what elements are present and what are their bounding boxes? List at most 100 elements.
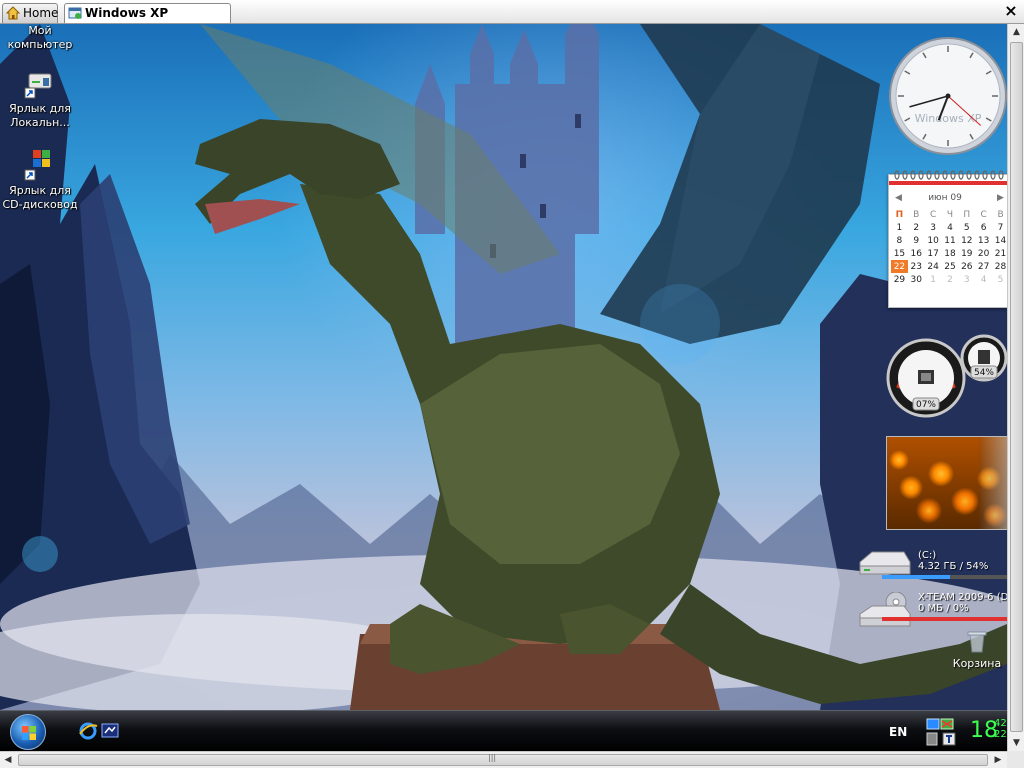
scroll-right-arrow[interactable]: ▶ [990, 752, 1006, 768]
calendar-day-cell[interactable]: 6 [975, 221, 992, 234]
calendar-day-cell[interactable]: 10 [925, 234, 942, 247]
calendar-month-label: июн 09 [928, 193, 962, 203]
calendar-day-cell[interactable]: 26 [958, 260, 975, 273]
horizontal-scrollbar[interactable]: ◀ ||| ▶ [0, 751, 1007, 768]
vertical-scrollbar[interactable]: ▲ ▼ [1007, 24, 1024, 751]
calendar-day-cell[interactable]: 4 [942, 221, 959, 234]
drive-d-usage-bar [882, 617, 1007, 621]
language-indicator[interactable]: EN [889, 725, 907, 739]
calendar-day-cell[interactable]: 14 [992, 234, 1007, 247]
calendar-day-cell[interactable]: 16 [908, 247, 925, 260]
calendar-weekday-row: ПВСЧПСВ [891, 208, 1007, 221]
calendar-week-row: 1234567 [891, 221, 1007, 234]
calendar-weekday-header: В [997, 209, 1004, 220]
ram-module-icon [978, 350, 990, 364]
desktop-icon-recycle-bin[interactable]: Корзина [948, 630, 1006, 670]
cpu-meter-gadget[interactable]: 07% 54% [886, 326, 1007, 418]
calendar-day-cell[interactable]: 13 [975, 234, 992, 247]
calendar-day-cell[interactable]: 4 [975, 273, 992, 286]
calendar-day-cell[interactable]: 5 [958, 221, 975, 234]
calendar-day-cell[interactable]: 2 [942, 273, 959, 286]
scrollbar-corner [1007, 751, 1024, 768]
recycle-bin-label: Корзина [952, 657, 1002, 670]
taskbar-clock-seconds: 22 [994, 729, 1007, 740]
system-tray-icons[interactable] [925, 715, 965, 749]
calendar-day-cell[interactable]: 28 [992, 260, 1007, 273]
calendar-day-cell[interactable]: 25 [942, 260, 959, 273]
calendar-day-cell[interactable]: 23 [908, 260, 925, 273]
calendar-day-cell[interactable]: 27 [975, 260, 992, 273]
calendar-day-cell[interactable]: 30 [908, 273, 925, 286]
drive-meter-c[interactable]: (C:) 4.32 ГБ / 54% [856, 550, 1007, 586]
ram-percent-label: 54% [973, 368, 994, 378]
tab-windows-xp[interactable]: Windows XP Professional [64, 3, 231, 38]
windows-logo-icon [22, 726, 36, 740]
calendar-day-cell[interactable]: 20 [975, 247, 992, 260]
tab-home[interactable]: Home [2, 3, 58, 23]
slideshow-gadget[interactable] [886, 436, 1007, 530]
calendar-day-cell[interactable]: 7 [992, 221, 1007, 234]
desktop-icon-local-disk-shortcut[interactable]: Ярлык для Локальн... [0, 66, 80, 130]
calendar-day-cell[interactable]: 15 [891, 247, 908, 260]
calendar-day-cell[interactable]: 24 [925, 260, 942, 273]
tab-home-label: Home [23, 6, 59, 20]
scroll-up-arrow[interactable]: ▲ [1008, 24, 1024, 40]
drive-c-name: (C:) [918, 550, 937, 561]
cd-drive-shortcut-icon [24, 150, 50, 181]
desktop-wallpaper: Мой компьютер Ярлык для Локальн... Ярлык… [0, 24, 1007, 710]
close-tab-button[interactable]: × [1004, 2, 1018, 20]
calendar-day-cell[interactable]: 21 [992, 247, 1007, 260]
vertical-scroll-thumb[interactable] [1010, 42, 1023, 732]
recycle-bin-icon [967, 631, 987, 653]
calendar-week-row: 22 23 24 25 26 27 28 [891, 260, 1007, 273]
calendar-week-row: 29 30 1 2 3 4 5 [891, 273, 1007, 286]
calendar-grid: ПВСЧПСВ 1 2 3 4 5 6 7 8 9 10 11 12 13 14 15 16 17 18 19 20 2… [891, 208, 1007, 286]
clock-brand-text: Windows XP [915, 112, 982, 125]
calendar-weekday-header: П [963, 209, 971, 220]
calendar-day-cell[interactable]: 3 [958, 273, 975, 286]
horizontal-scroll-thumb[interactable] [18, 754, 988, 766]
calendar-top-stripe [889, 181, 1007, 185]
xp-window-icon [68, 7, 82, 19]
scroll-down-arrow[interactable]: ▼ [1008, 735, 1024, 751]
slideshow-side-panel [979, 437, 1007, 529]
calendar-next-arrow[interactable]: ▶ [997, 193, 1004, 203]
taskbar-clock[interactable]: 18 42 22 [970, 718, 1007, 743]
calendar-week-row: 8 9 10 11 12 13 14 [891, 234, 1007, 247]
calendar-day-cell[interactable]: 12 [958, 234, 975, 247]
clock-gadget[interactable]: Windows XP [888, 34, 1007, 158]
show-desktop-icon[interactable] [100, 721, 120, 741]
calendar-day-cell[interactable]: 1 [891, 221, 908, 234]
cd-drive-icon [859, 591, 911, 627]
calendar-spiral-rings [894, 170, 1004, 180]
calendar-gadget[interactable]: ◀ июн 09 ▶ ПВСЧПСВ 1 2 3 4 5 6 7 8 9 10 11 12 13 14 15… [888, 170, 1007, 308]
local-disk-shortcut-icon [24, 73, 52, 99]
home-icon [6, 6, 20, 20]
calendar-day-cell[interactable]: 29 [891, 273, 908, 286]
calendar-day-cell[interactable]: 3 [925, 221, 942, 234]
calendar-day-cell[interactable]: 18 [942, 247, 959, 260]
calendar-day-cell[interactable]: 2 [908, 221, 925, 234]
calendar-weekday-header: П [895, 209, 904, 220]
calendar-day-cell[interactable]: 19 [958, 247, 975, 260]
calendar-day-cell[interactable]: 8 [891, 234, 908, 247]
calendar-day-cell[interactable]: 22 [891, 260, 908, 273]
drive-d-usage-fill [882, 617, 1007, 621]
start-button[interactable] [10, 714, 46, 750]
desktop-icon-my-computer[interactable]: Мой компьютер [0, 24, 80, 52]
calendar-day-cell[interactable]: 1 [925, 273, 942, 286]
scroll-left-arrow[interactable]: ◀ [0, 752, 16, 768]
calendar-day-cell[interactable]: 9 [908, 234, 925, 247]
desktop-icon-cd-drive-shortcut[interactable]: Ярлык для CD-дисковод [0, 148, 80, 212]
calendar-day-cell[interactable]: 5 [992, 273, 1007, 286]
taskbar-clock-minutes: 42 [994, 718, 1007, 729]
calendar-weekday-header: С [929, 209, 937, 220]
cpu-percent-label: 07% [915, 400, 936, 410]
internet-explorer-icon[interactable] [78, 721, 98, 741]
analog-clock-face: Windows XP [889, 37, 1007, 155]
calendar-day-cell[interactable]: 17 [925, 247, 942, 260]
taskbar: EN 18 42 22 [0, 710, 1007, 751]
calendar-day-cell[interactable]: 11 [942, 234, 959, 247]
drive-meter-d[interactable]: X-TEAM 2009-6 (D 0 МБ / 0% [856, 591, 1007, 628]
scroll-grip-icon: ||| [488, 753, 497, 762]
